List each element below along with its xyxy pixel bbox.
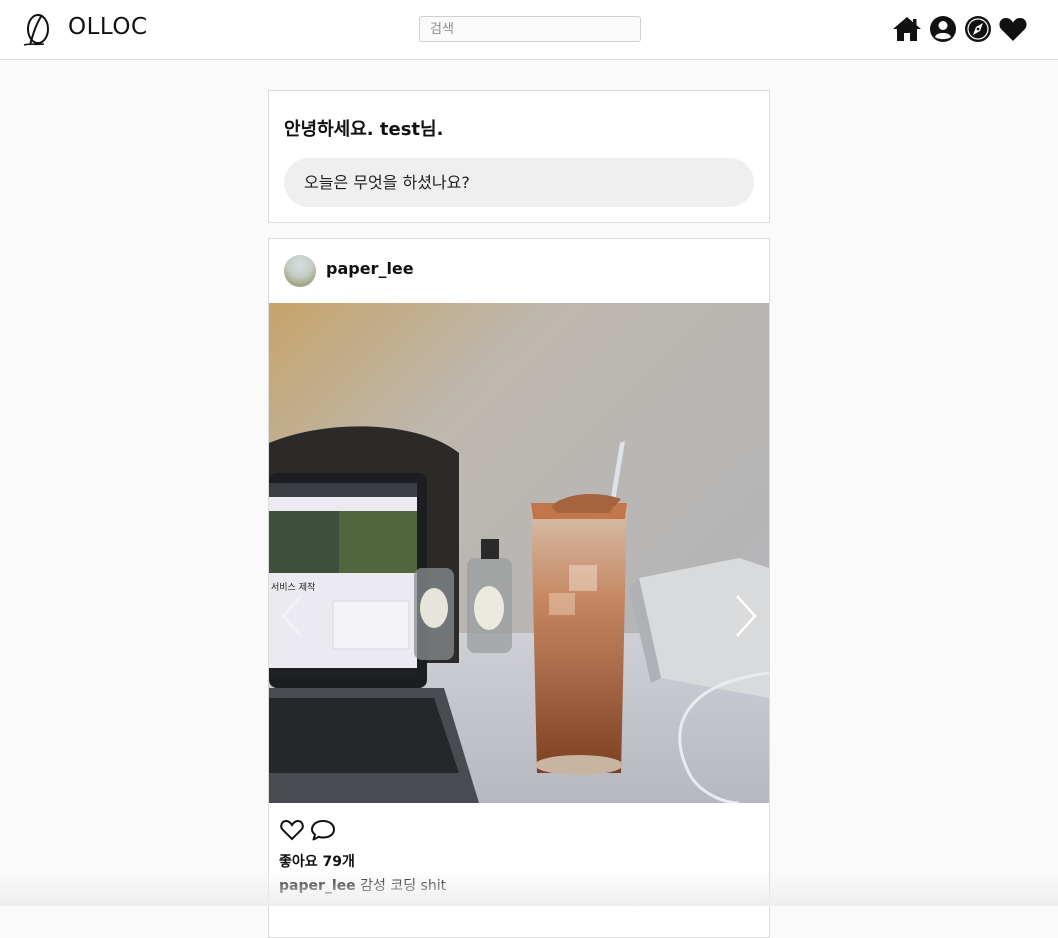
post-actions bbox=[279, 817, 359, 843]
greeting-card: 안녕하세요. test님. 오늘은 무엇을 하셨나요? bbox=[268, 90, 770, 223]
carousel-prev-arrow-icon[interactable] bbox=[277, 593, 307, 639]
compose-post-input[interactable]: 오늘은 무엇을 하셨나요? bbox=[284, 158, 754, 207]
feed-post: paper_lee 서비스 제작 좋아요 79개 paper_lee 감성 코딩… bbox=[268, 238, 770, 938]
likes-count[interactable]: 좋아요 79개 bbox=[279, 851, 355, 871]
profile-icon[interactable] bbox=[928, 15, 958, 43]
explore-compass-icon[interactable] bbox=[963, 15, 993, 43]
like-heart-icon[interactable] bbox=[279, 817, 305, 843]
brand-name[interactable]: OLLOC bbox=[68, 14, 148, 40]
post-photo-illustration: 서비스 제작 bbox=[269, 303, 769, 803]
laptop-screen-text: 서비스 제작 bbox=[271, 582, 315, 593]
post-image[interactable]: 서비스 제작 bbox=[269, 303, 769, 803]
caption-username[interactable]: paper_lee bbox=[279, 878, 356, 894]
greeting-title: 안녕하세요. test님. bbox=[284, 119, 444, 140]
carousel-next-arrow-icon[interactable] bbox=[731, 593, 761, 639]
home-icon[interactable] bbox=[892, 15, 922, 43]
caption-text: 감성 코딩 shit bbox=[360, 878, 447, 894]
top-navbar: OLLOC bbox=[0, 0, 1058, 60]
olloc-logo-icon[interactable] bbox=[22, 12, 52, 48]
post-caption: paper_lee 감성 코딩 shit bbox=[279, 875, 446, 895]
activity-heart-icon[interactable] bbox=[998, 15, 1028, 43]
post-username[interactable]: paper_lee bbox=[326, 259, 414, 278]
comment-bubble-icon[interactable] bbox=[310, 817, 336, 843]
search-input[interactable] bbox=[419, 16, 641, 42]
avatar[interactable] bbox=[284, 255, 316, 287]
